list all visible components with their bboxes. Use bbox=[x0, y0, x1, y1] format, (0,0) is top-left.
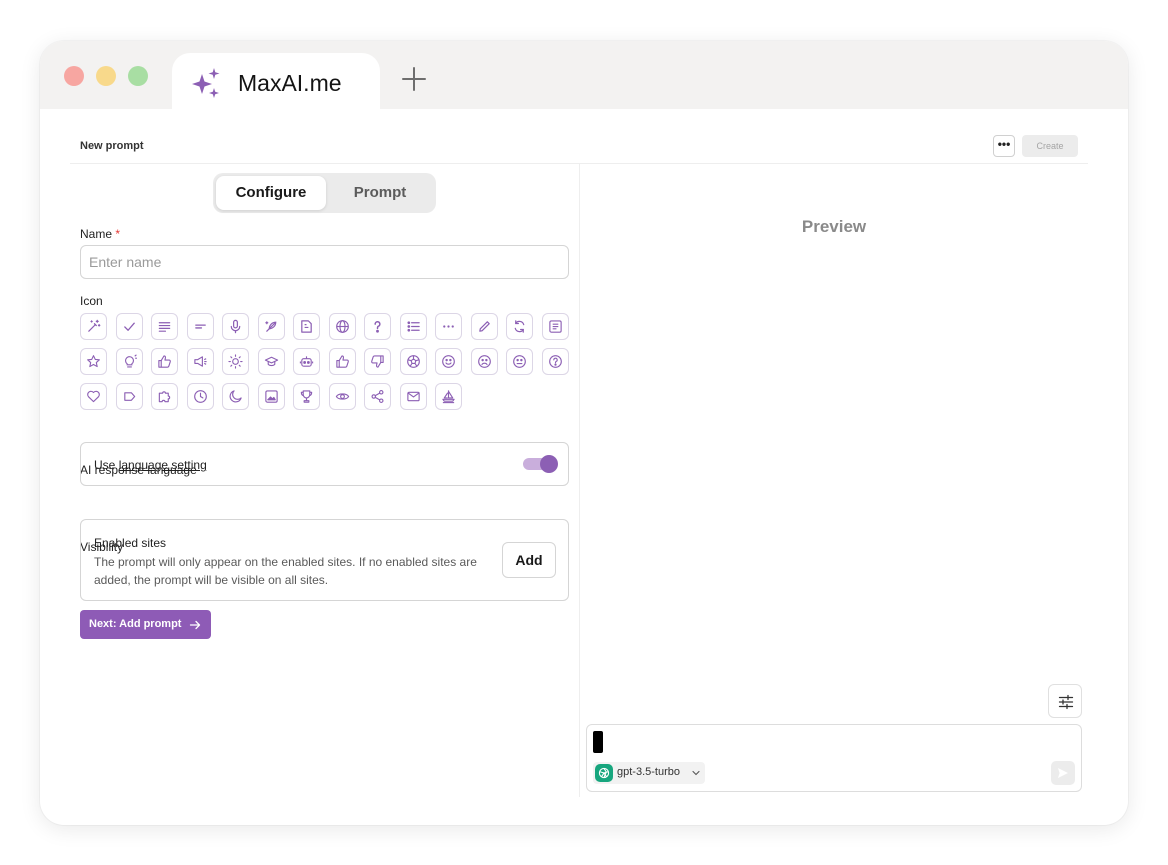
document-icon[interactable] bbox=[293, 313, 320, 340]
sad-icon[interactable] bbox=[470, 348, 498, 375]
thumbs-up-outline-icon[interactable] bbox=[328, 348, 356, 375]
name-input[interactable] bbox=[80, 245, 569, 279]
thumbs-down-icon[interactable] bbox=[364, 348, 391, 375]
language-setting-link[interactable]: language setting bbox=[119, 458, 207, 472]
eye-icon[interactable] bbox=[328, 383, 356, 410]
chevron-down-icon bbox=[692, 770, 700, 776]
robot-icon[interactable] bbox=[293, 348, 320, 375]
bullet-list-icon[interactable] bbox=[399, 313, 427, 340]
model-selector[interactable]: gpt-3.5-turbo bbox=[593, 762, 705, 784]
language-setting-box: Use language setting bbox=[80, 442, 569, 486]
text-cursor bbox=[593, 731, 603, 753]
moon-icon[interactable] bbox=[222, 383, 249, 410]
close-window-button[interactable] bbox=[64, 66, 84, 86]
sparkles-icon bbox=[192, 68, 220, 98]
globe-icon[interactable] bbox=[328, 313, 356, 340]
toggle-knob bbox=[540, 455, 558, 473]
sun-icon[interactable] bbox=[222, 348, 249, 375]
create-button[interactable]: Create bbox=[1022, 135, 1078, 157]
browser-titlebar: MaxAI.me bbox=[40, 41, 1128, 109]
next-add-prompt-button[interactable]: Next: Add prompt bbox=[80, 610, 211, 639]
language-setting-text: Use language setting bbox=[94, 458, 207, 472]
name-label: Name * bbox=[80, 227, 120, 241]
enabled-sites-title: Enabled sites bbox=[94, 536, 167, 550]
tab-prompt[interactable]: Prompt bbox=[325, 176, 435, 210]
send-icon bbox=[1058, 768, 1068, 778]
heart-icon[interactable] bbox=[80, 383, 107, 410]
clock-icon[interactable] bbox=[186, 383, 214, 410]
mail-icon[interactable] bbox=[399, 383, 427, 410]
app-content: New prompt ••• Create Configure Prompt N… bbox=[40, 109, 1128, 825]
neutral-face-icon[interactable] bbox=[506, 348, 533, 375]
pencil-icon[interactable] bbox=[470, 313, 498, 340]
text-align-icon[interactable] bbox=[151, 313, 178, 340]
help-circle-icon[interactable] bbox=[541, 348, 569, 375]
short-text-icon[interactable] bbox=[186, 313, 214, 340]
feather-pen-icon[interactable] bbox=[257, 313, 285, 340]
icon-label: Icon bbox=[80, 294, 103, 308]
more-horizontal-icon[interactable] bbox=[435, 313, 462, 340]
graduation-cap-icon[interactable] bbox=[257, 348, 285, 375]
refresh-icon[interactable] bbox=[506, 313, 533, 340]
share-icon[interactable] bbox=[364, 383, 391, 410]
chat-input-box[interactable]: gpt-3.5-turbo bbox=[586, 724, 1082, 792]
name-label-text: Name bbox=[80, 227, 113, 241]
browser-window: MaxAI.me New prompt ••• Create Configure… bbox=[40, 41, 1128, 825]
maximize-window-button[interactable] bbox=[128, 66, 148, 86]
lightbulb-icon[interactable] bbox=[115, 348, 143, 375]
star-icon[interactable] bbox=[80, 348, 107, 375]
page-header: New prompt ••• Create bbox=[70, 109, 1088, 164]
soccer-ball-icon[interactable] bbox=[399, 348, 427, 375]
panel-divider bbox=[579, 163, 580, 797]
more-options-button[interactable]: ••• bbox=[993, 135, 1015, 157]
next-button-label: Next: Add prompt bbox=[89, 618, 182, 630]
image-icon[interactable] bbox=[257, 383, 285, 410]
sliders-icon bbox=[1058, 694, 1074, 710]
enabled-sites-description: The prompt will only appear on the enabl… bbox=[94, 555, 477, 587]
megaphone-icon[interactable] bbox=[186, 348, 214, 375]
required-marker: * bbox=[115, 227, 121, 241]
add-site-button[interactable]: Add bbox=[502, 542, 556, 578]
trophy-icon[interactable] bbox=[293, 383, 320, 410]
model-name: gpt-3.5-turbo bbox=[617, 766, 680, 778]
sailboat-icon[interactable] bbox=[435, 383, 462, 410]
mode-switch: Configure Prompt bbox=[213, 173, 436, 213]
question-icon[interactable] bbox=[364, 313, 391, 340]
thumbs-up-icon[interactable] bbox=[151, 348, 178, 375]
microphone-icon[interactable] bbox=[222, 313, 249, 340]
openai-logo-icon bbox=[595, 764, 613, 782]
page-title: New prompt bbox=[80, 140, 144, 152]
send-button[interactable] bbox=[1051, 761, 1075, 785]
browser-tab-maxai[interactable]: MaxAI.me bbox=[172, 53, 380, 109]
article-icon[interactable] bbox=[541, 313, 569, 340]
language-toggle[interactable] bbox=[523, 455, 558, 473]
tab-title: MaxAI.me bbox=[238, 70, 342, 96]
enabled-sites-box: Enabled sites The prompt will only appea… bbox=[80, 519, 569, 601]
plus-icon[interactable] bbox=[400, 65, 428, 93]
minimize-window-button[interactable] bbox=[96, 66, 116, 86]
puzzle-icon[interactable] bbox=[151, 383, 178, 410]
tab-configure[interactable]: Configure bbox=[216, 176, 326, 210]
magic-wand-icon[interactable] bbox=[80, 313, 107, 340]
smile-icon[interactable] bbox=[435, 348, 462, 375]
preview-title: Preview bbox=[801, 217, 867, 236]
arrow-right-icon bbox=[189, 620, 201, 630]
language-use-text: Use bbox=[94, 458, 116, 472]
check-icon[interactable] bbox=[115, 313, 143, 340]
label-icon[interactable] bbox=[115, 383, 143, 410]
chat-settings-button[interactable] bbox=[1048, 684, 1082, 718]
